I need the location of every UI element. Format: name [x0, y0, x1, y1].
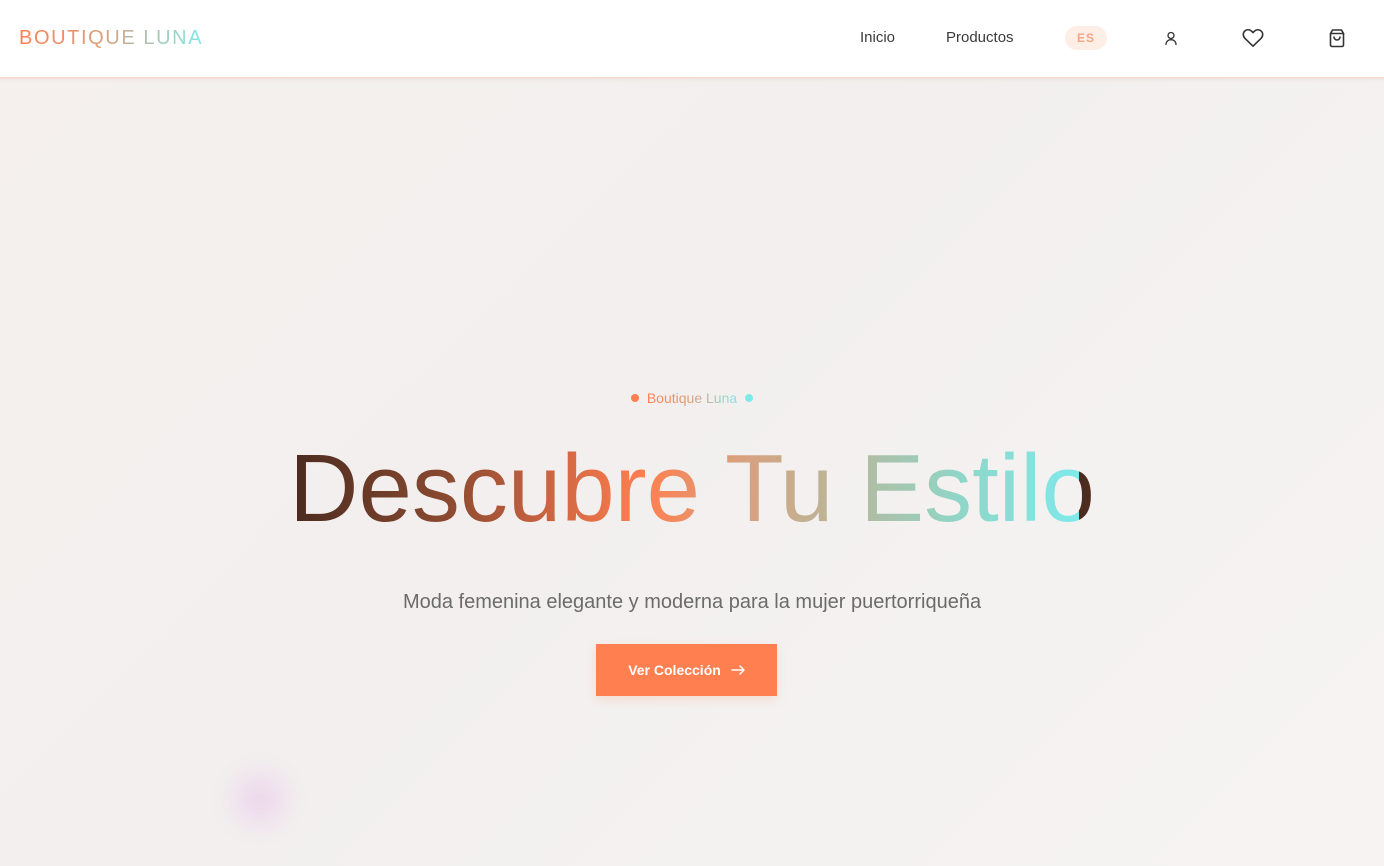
- hero-subtitle: Moda femenina elegante y moderna para la…: [402, 591, 982, 613]
- heart-icon: [1242, 28, 1264, 48]
- hero-section: Boutique Luna Descubre Tu Estilo Moda fe…: [0, 79, 1384, 866]
- cta-label: Ver Colección: [628, 662, 721, 678]
- decorative-blob: [220, 759, 300, 839]
- dot-icon: [745, 394, 754, 402]
- eyebrow-label: Boutique Luna: [646, 390, 738, 406]
- nav-link-inicio[interactable]: Inicio: [860, 29, 895, 47]
- user-icon: [1163, 30, 1179, 46]
- hero-headline-text: Descubre Tu Estilo: [289, 435, 1095, 542]
- language-toggle[interactable]: ES: [1065, 26, 1107, 50]
- site-header: BOUTIQUE LUNA Inicio Productos ES: [0, 0, 1384, 79]
- cart-button[interactable]: [1325, 26, 1349, 50]
- dot-icon: [630, 394, 639, 402]
- view-collection-button[interactable]: Ver Colección: [596, 644, 777, 696]
- brand-logo[interactable]: BOUTIQUE LUNA: [19, 26, 203, 50]
- hero-eyebrow: Boutique Luna: [0, 389, 1384, 407]
- hero-headline: Descubre Tu Estilo: [0, 429, 1384, 549]
- account-button[interactable]: [1159, 26, 1183, 50]
- arrow-right-icon: [731, 665, 745, 675]
- wishlist-button[interactable]: [1241, 26, 1265, 50]
- shopping-bag-icon: [1327, 28, 1347, 48]
- nav-link-productos[interactable]: Productos: [946, 29, 1014, 47]
